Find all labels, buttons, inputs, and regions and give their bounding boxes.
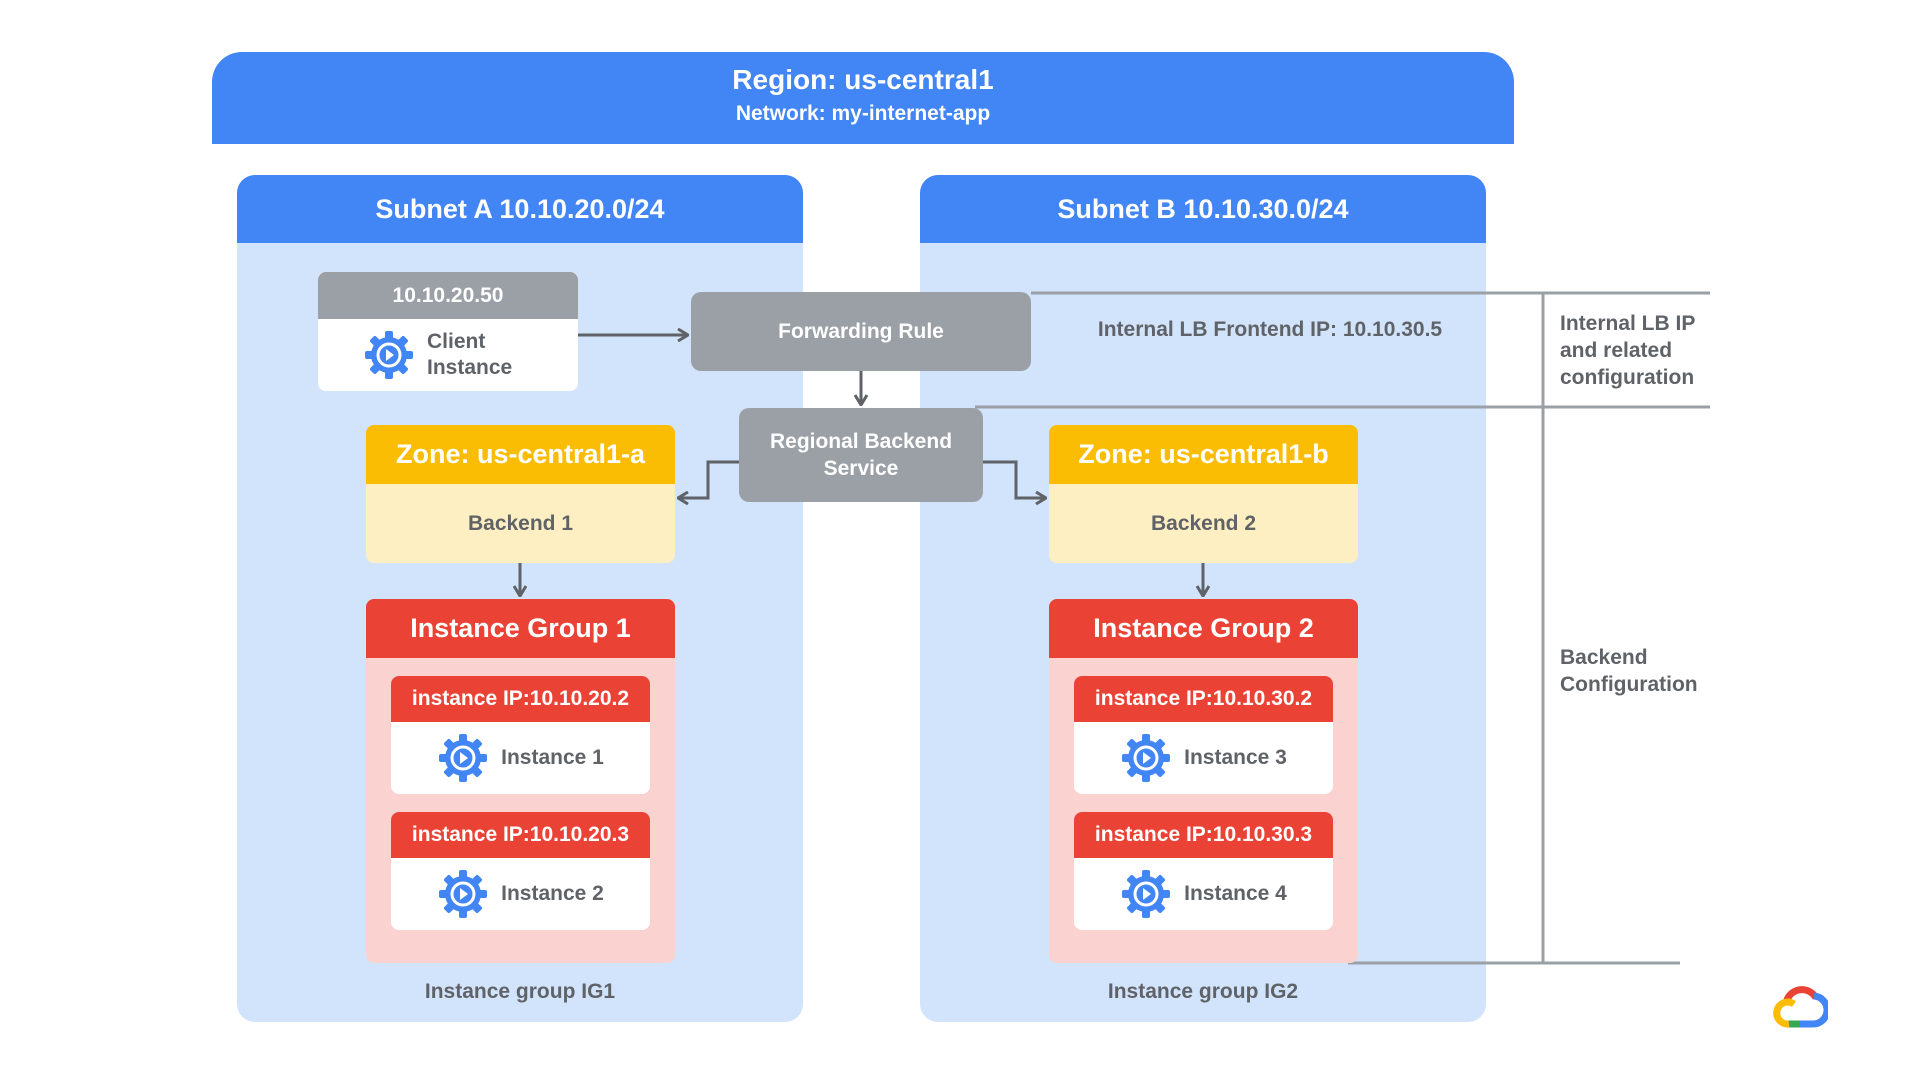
compute-engine-gear-icon [437,732,489,784]
instance-group-2: Instance Group 2 instance IP:10.10.30.2 … [1049,599,1358,963]
instance-name: Instance 3 [1184,746,1287,769]
client-label-line1: Client [427,330,486,353]
backend-service-label-line2: Service [823,457,899,480]
backend-config-line2: Configuration [1560,673,1698,696]
forwarding-rule-label: Forwarding Rule [778,320,944,343]
connectors [0,291,1710,965]
instance-ip: instance IP:10.10.30.3 [1074,812,1333,858]
lb-config-line3: configuration [1560,366,1695,389]
instance-group-2-title: Instance Group 2 [1049,599,1358,658]
client-instance: 10.10.20.50 Client Instance [318,272,578,391]
instance-card: instance IP:10.10.30.3 Instance 4 [1074,812,1333,930]
compute-engine-gear-icon [1120,868,1172,920]
regional-backend-service: Regional Backend Service [739,408,983,502]
instance-ip: instance IP:10.10.30.2 [1074,676,1333,722]
client-label-line2: Instance [427,356,513,379]
compute-engine-gear-icon [1120,732,1172,784]
zone-b-title: Zone: us-central1-b [1049,425,1358,484]
instance-card: instance IP:10.10.20.2 Instance 1 [391,676,650,794]
instance-group-1-title: Instance Group 1 [366,599,675,658]
backend-service-label-line1: Regional Backend [769,430,953,453]
instance-name: Instance 2 [501,882,604,905]
compute-engine-gear-icon [437,868,489,920]
backend-2-label: Backend 2 [1150,511,1257,535]
forwarding-rule: Forwarding Rule [691,292,1031,371]
frontend-ip-label: Internal LB Frontend IP: 10.10.30.5 [1097,318,1443,341]
instance-ip: instance IP:10.10.20.2 [391,676,650,722]
client-ip: 10.10.20.50 [318,272,578,319]
instance-ip: instance IP:10.10.20.3 [391,812,650,858]
lb-config-line1: Internal LB IP [1560,312,1696,335]
lb-config-label: Internal LB IP and related configuration [1560,310,1695,391]
google-cloud-logo-icon [1773,986,1828,1028]
zone-b: Zone: us-central1-b Backend 2 [1049,425,1358,563]
arrow-backend-to-zone-a [678,460,739,498]
compute-engine-gear-icon [365,331,413,379]
backend-config-label: Backend Configuration [1560,644,1698,698]
arrow-backend-to-zone-b [983,460,1046,498]
backend-1-label: Backend 1 [467,511,574,535]
instance-group-1: Instance Group 1 instance IP:10.10.20.2 … [366,599,675,963]
instance-card: instance IP:10.10.20.3 Instance 2 [391,812,650,930]
zone-a: Zone: us-central1-a Backend 1 [366,425,675,563]
instance-name: Instance 4 [1184,882,1287,905]
instance-name: Instance 1 [501,746,604,769]
zone-a-title: Zone: us-central1-a [366,425,675,484]
lb-config-line2: and related [1560,339,1673,362]
instance-card: instance IP:10.10.30.2 Instance 3 [1074,676,1333,794]
backend-config-line1: Backend [1560,646,1648,669]
